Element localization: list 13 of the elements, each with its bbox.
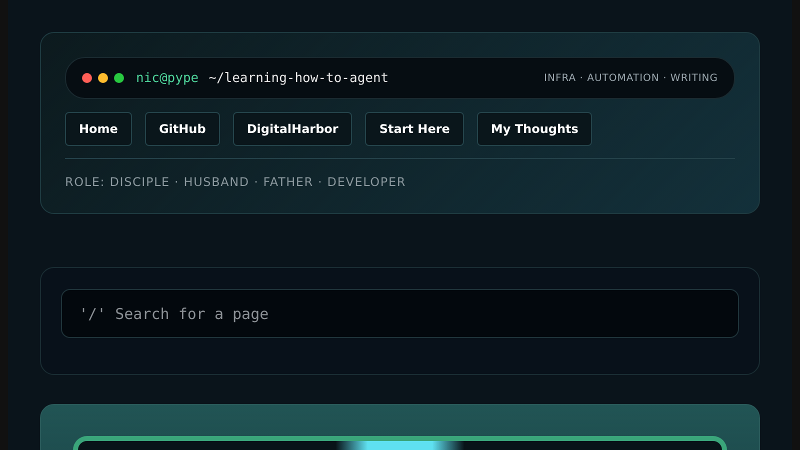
nav-button[interactable]: GitHub [144, 112, 220, 146]
nav-button[interactable]: Start Here [365, 112, 464, 146]
minimize-dot-icon [98, 73, 108, 83]
tagline: INFRA · AUTOMATION · WRITING [544, 72, 718, 84]
prompt-path: ~/learning-how-to-agent [208, 70, 389, 86]
prompt-user: nic@pype [136, 70, 199, 86]
role-text: ROLE: DISCIPLE · HUSBAND · FATHER · DEVELOPER [65, 175, 407, 189]
search-field[interactable]: '/' Search for a page [61, 289, 739, 338]
nav-button[interactable]: My Thoughts [476, 112, 592, 146]
maximize-dot-icon [114, 73, 124, 83]
nav-button[interactable]: DigitalHarbor [232, 112, 352, 146]
close-dot-icon [82, 73, 92, 83]
nav-button[interactable]: Home [65, 112, 132, 146]
